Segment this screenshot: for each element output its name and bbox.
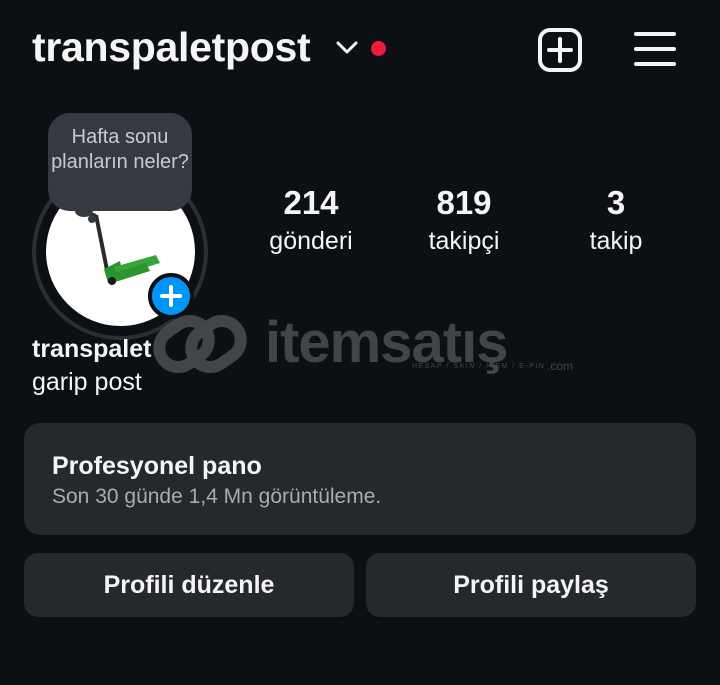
stat-following-label: takip — [589, 227, 643, 255]
edit-profile-button[interactable]: Profili düzenle — [24, 553, 354, 617]
plus-square-icon[interactable] — [537, 27, 583, 73]
stat-posts-label: gönderi — [269, 227, 353, 255]
note-tail-small — [88, 215, 96, 223]
hamburger-menu-icon[interactable] — [634, 30, 676, 68]
bio-text: garip post — [32, 368, 142, 396]
display-name: transpalet — [32, 335, 152, 363]
watermark-subtext: HESAP / SKIN / ITEM / E-PIN — [412, 363, 546, 370]
note-text: Hafta sonu planların neler? — [51, 126, 189, 173]
stat-posts-count: 214 — [283, 184, 339, 221]
notification-dot — [371, 41, 386, 56]
share-profile-button[interactable]: Profili paylaş — [366, 553, 696, 617]
dashboard-title: Profesyonel pano — [52, 452, 262, 480]
stat-followers-label: takipçi — [428, 227, 500, 255]
note-bubble[interactable]: Hafta sonu planların neler? — [48, 113, 192, 211]
username-title[interactable]: transpaletpost — [32, 24, 311, 71]
stat-followers[interactable]: 819 takipçi — [389, 184, 539, 258]
stat-posts[interactable]: 214 gönderi — [236, 184, 386, 258]
chevron-down-icon[interactable] — [335, 40, 359, 56]
watermark: itemsatış HESAP / SKIN / ITEM / E-PIN .c… — [150, 305, 580, 390]
profile-page: transpaletpost Hafta sonu planların nele… — [0, 0, 720, 685]
watermark-suffix: .com — [547, 359, 574, 373]
dashboard-subtitle: Son 30 günde 1,4 Mn görüntüleme. — [52, 485, 382, 508]
watermark-logo-icon — [153, 314, 247, 374]
stat-following-count: 3 — [606, 184, 626, 221]
professional-dashboard-card[interactable]: Profesyonel pano Son 30 günde 1,4 Mn gör… — [24, 423, 696, 535]
stat-following[interactable]: 3 takip — [541, 184, 691, 258]
profile-header: transpaletpost — [0, 0, 720, 100]
stat-followers-count: 819 — [436, 184, 492, 221]
